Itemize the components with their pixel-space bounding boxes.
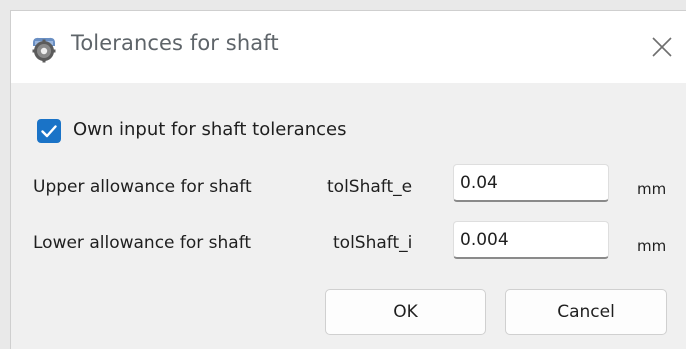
upper-allowance-label: Upper allowance for shaft <box>33 177 252 197</box>
window-title: Tolerances for shaft <box>71 31 279 55</box>
upper-allowance-variable: tolShaft_e <box>327 177 413 197</box>
close-icon[interactable] <box>647 32 677 62</box>
own-input-checkbox-label: Own input for shaft tolerances <box>73 119 347 140</box>
lower-allowance-label: Lower allowance for shaft <box>33 233 252 253</box>
title-bar: Tolerances for shaft <box>11 11 686 83</box>
upper-allowance-unit: mm <box>637 180 667 198</box>
lower-allowance-variable: tolShaft_i <box>333 233 413 253</box>
lower-allowance-unit: mm <box>637 237 667 255</box>
upper-allowance-input[interactable] <box>453 164 609 202</box>
dialog-window: Tolerances for shaft Own input for shaft… <box>10 10 686 349</box>
ok-button[interactable]: OK <box>325 289 486 335</box>
lower-allowance-input[interactable] <box>453 221 609 259</box>
own-input-checkbox[interactable] <box>37 119 61 143</box>
cancel-button[interactable]: Cancel <box>505 289 667 335</box>
gear-app-icon <box>29 33 59 63</box>
checkmark-icon <box>41 125 57 138</box>
